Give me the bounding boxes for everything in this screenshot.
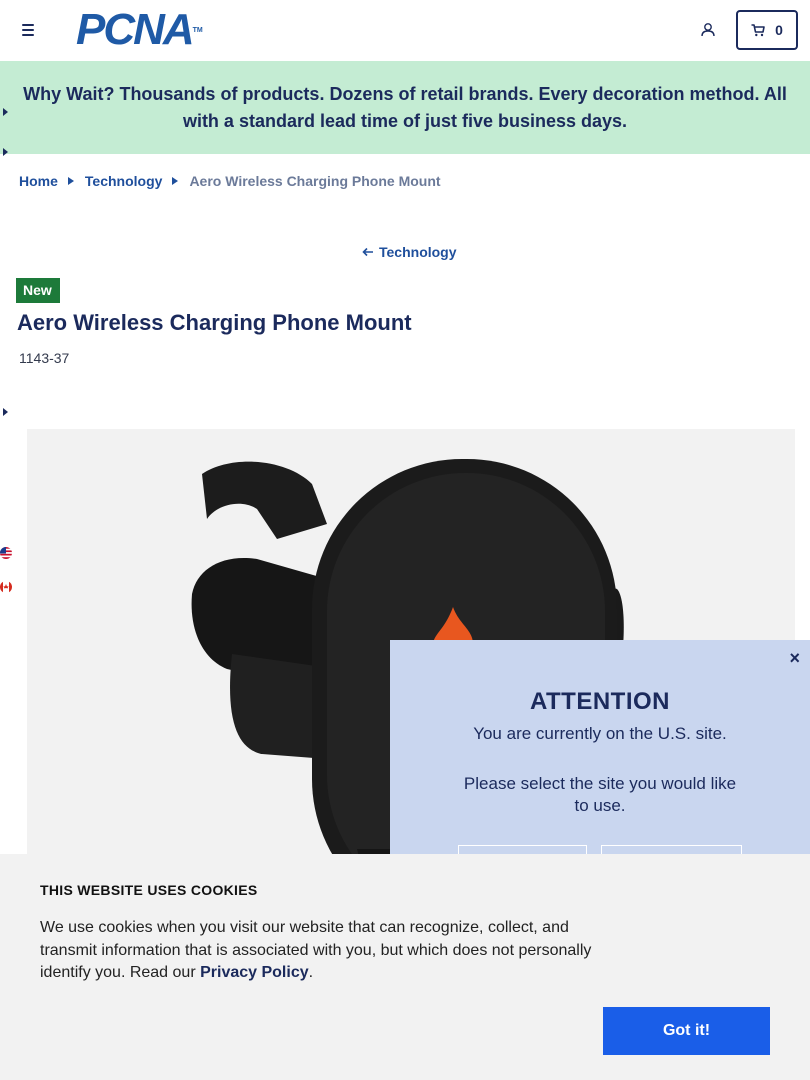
site-header: PCNA TM 0 bbox=[0, 0, 810, 61]
account-icon[interactable] bbox=[699, 21, 717, 39]
breadcrumb-technology[interactable]: Technology bbox=[85, 173, 163, 189]
cookie-banner: THIS WEBSITE USES COOKIES We use cookies… bbox=[0, 854, 810, 1080]
canada-flag-icon[interactable] bbox=[0, 581, 12, 593]
cookie-heading: THIS WEBSITE USES COOKIES bbox=[40, 882, 258, 898]
chevron-right-icon bbox=[3, 108, 8, 116]
modal-prompt: Please select the site you would like to… bbox=[463, 774, 737, 815]
side-tab-2[interactable] bbox=[0, 145, 14, 159]
menu-icon[interactable] bbox=[18, 20, 38, 40]
chevron-right-icon bbox=[67, 177, 74, 185]
arrow-left-icon bbox=[362, 247, 373, 257]
back-link-label: Technology bbox=[379, 244, 457, 260]
breadcrumb-current: Aero Wireless Charging Phone Mount bbox=[189, 173, 441, 189]
chevron-right-icon bbox=[172, 177, 179, 185]
new-badge: New bbox=[16, 278, 60, 303]
pcna-logo[interactable]: PCNA TM bbox=[76, 8, 203, 52]
promo-banner: Why Wait? Thousands of products. Dozens … bbox=[0, 61, 810, 154]
page: PCNA TM 0 Why Wait? Thousands of products… bbox=[0, 0, 810, 1080]
breadcrumb-home[interactable]: Home bbox=[19, 173, 58, 189]
accept-cookies-button[interactable]: Got it! bbox=[603, 1007, 770, 1055]
privacy-policy-link[interactable]: Privacy Policy bbox=[200, 964, 309, 981]
cookie-body: We use cookies when you visit our websit… bbox=[40, 919, 592, 981]
promo-banner-text: Why Wait? Thousands of products. Dozens … bbox=[23, 83, 787, 131]
cart-button[interactable]: 0 bbox=[736, 10, 798, 50]
back-to-category-link[interactable]: Technology bbox=[362, 244, 457, 260]
modal-heading: ATTENTION bbox=[529, 688, 671, 715]
breadcrumb: Home Technology Aero Wireless Charging P… bbox=[0, 172, 441, 190]
close-icon[interactable]: × bbox=[789, 648, 800, 669]
product-sku: 1143-37 bbox=[19, 350, 70, 366]
product-title: Aero Wireless Charging Phone Mount bbox=[17, 310, 412, 335]
chevron-right-icon bbox=[3, 408, 8, 416]
cart-icon bbox=[751, 23, 765, 36]
modal-message: You are currently on the U.S. site. bbox=[473, 724, 727, 743]
us-flag-icon[interactable] bbox=[0, 547, 12, 559]
side-tab-1[interactable] bbox=[0, 105, 14, 119]
side-tab-3[interactable] bbox=[0, 405, 14, 419]
cart-count: 0 bbox=[775, 22, 783, 38]
chevron-right-icon bbox=[3, 148, 8, 156]
